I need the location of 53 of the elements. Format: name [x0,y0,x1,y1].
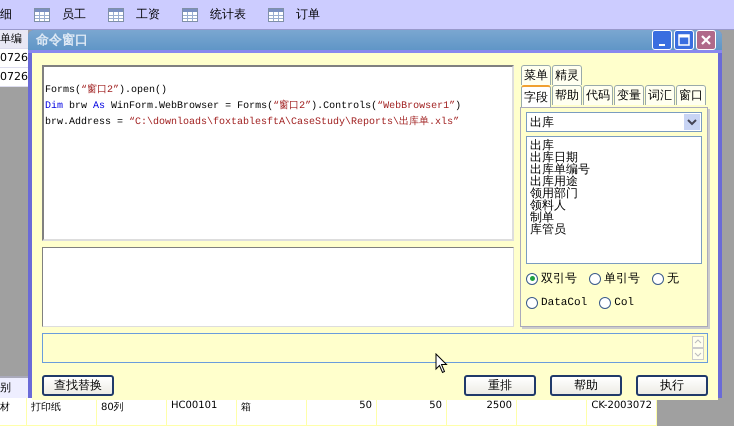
maximize-button[interactable] [674,30,694,50]
grid-icon [182,8,198,22]
list-item[interactable]: 出库用途 [530,175,698,187]
list-item[interactable]: 领用部门 [530,187,698,199]
window-title: 命令窗口 [36,32,88,49]
radio-button[interactable]: DataCol [526,297,588,309]
find-replace-button[interactable]: 查找替换 [42,375,114,396]
tab[interactable]: 词汇 [645,85,675,105]
code-line: Forms(“窗口2”).open() [45,83,168,98]
radio-button[interactable]: 单引号 [589,270,640,287]
command-input[interactable] [42,333,708,363]
mouse-pointer-icon [435,353,448,374]
tab[interactable]: 菜单 [521,65,551,85]
close-icon [700,34,712,46]
radio-button[interactable]: Col [599,297,634,309]
scroll-arrows-icon [692,336,704,360]
tab[interactable]: 帮助 [552,85,582,105]
radio-button[interactable]: 无 [652,270,679,287]
list-item[interactable]: 出库 [530,139,698,151]
list-item[interactable]: 领料人 [530,199,698,211]
column-header: 别 [0,376,28,398]
minimize-button[interactable] [652,30,672,50]
toolbar-item[interactable]: 工资 [136,6,160,23]
minimize-icon [659,44,665,46]
tab[interactable]: 代码 [583,85,613,105]
dialog-button[interactable]: 重排 [464,375,536,396]
code-editor[interactable]: Forms(“窗口2”).open() Dim brw As WinForm.WebBrowser = Forms(“窗口2”).Controls(“WebBrowser1”) brw.Address = “C:\downloads\foxtablesftA\CaseStudy\Reports\出库单.xls” [42,65,514,241]
code-line: brw.Address = “C:\downloads\foxtablesftA\CaseStudy\Reports\出库单.xls” [45,115,460,130]
close-button[interactable] [696,30,716,50]
toolbar-item[interactable]: 订单 [296,6,320,23]
grid-icon [34,8,50,22]
dialog-button[interactable]: 帮助 [550,375,622,396]
tab[interactable]: 精灵 [552,65,582,85]
column-header: 单编 [0,30,28,49]
radio-button[interactable]: 双引号 [526,270,577,287]
tab[interactable]: 窗口 [676,85,706,105]
list-item[interactable]: 出库日期 [530,151,698,163]
grid-icon [268,8,284,22]
tab[interactable]: 变量 [614,85,644,105]
maximize-icon [678,34,690,46]
toolbar-item[interactable]: 员工 [62,6,86,23]
chevron-down-icon [687,118,697,126]
code-line: Dim brw As WinForm.WebBrowser = Forms(“窗口2”).Controls(“WebBrowser1”) [45,99,462,114]
toolbar-item[interactable]: 细 [0,6,12,23]
table-cell: 材 [0,398,27,426]
toolbar-item[interactable]: 统计表 [210,6,246,23]
table-dropdown[interactable]: 出库 [526,112,702,132]
tab[interactable]: 字段 [521,85,551,107]
list-item[interactable]: 出库单编号 [530,163,698,175]
list-item[interactable]: 制单 [530,211,698,223]
grid-icon [108,8,124,22]
dialog-button[interactable]: 执行 [636,375,708,396]
list-item[interactable]: 库管员 [530,223,698,235]
